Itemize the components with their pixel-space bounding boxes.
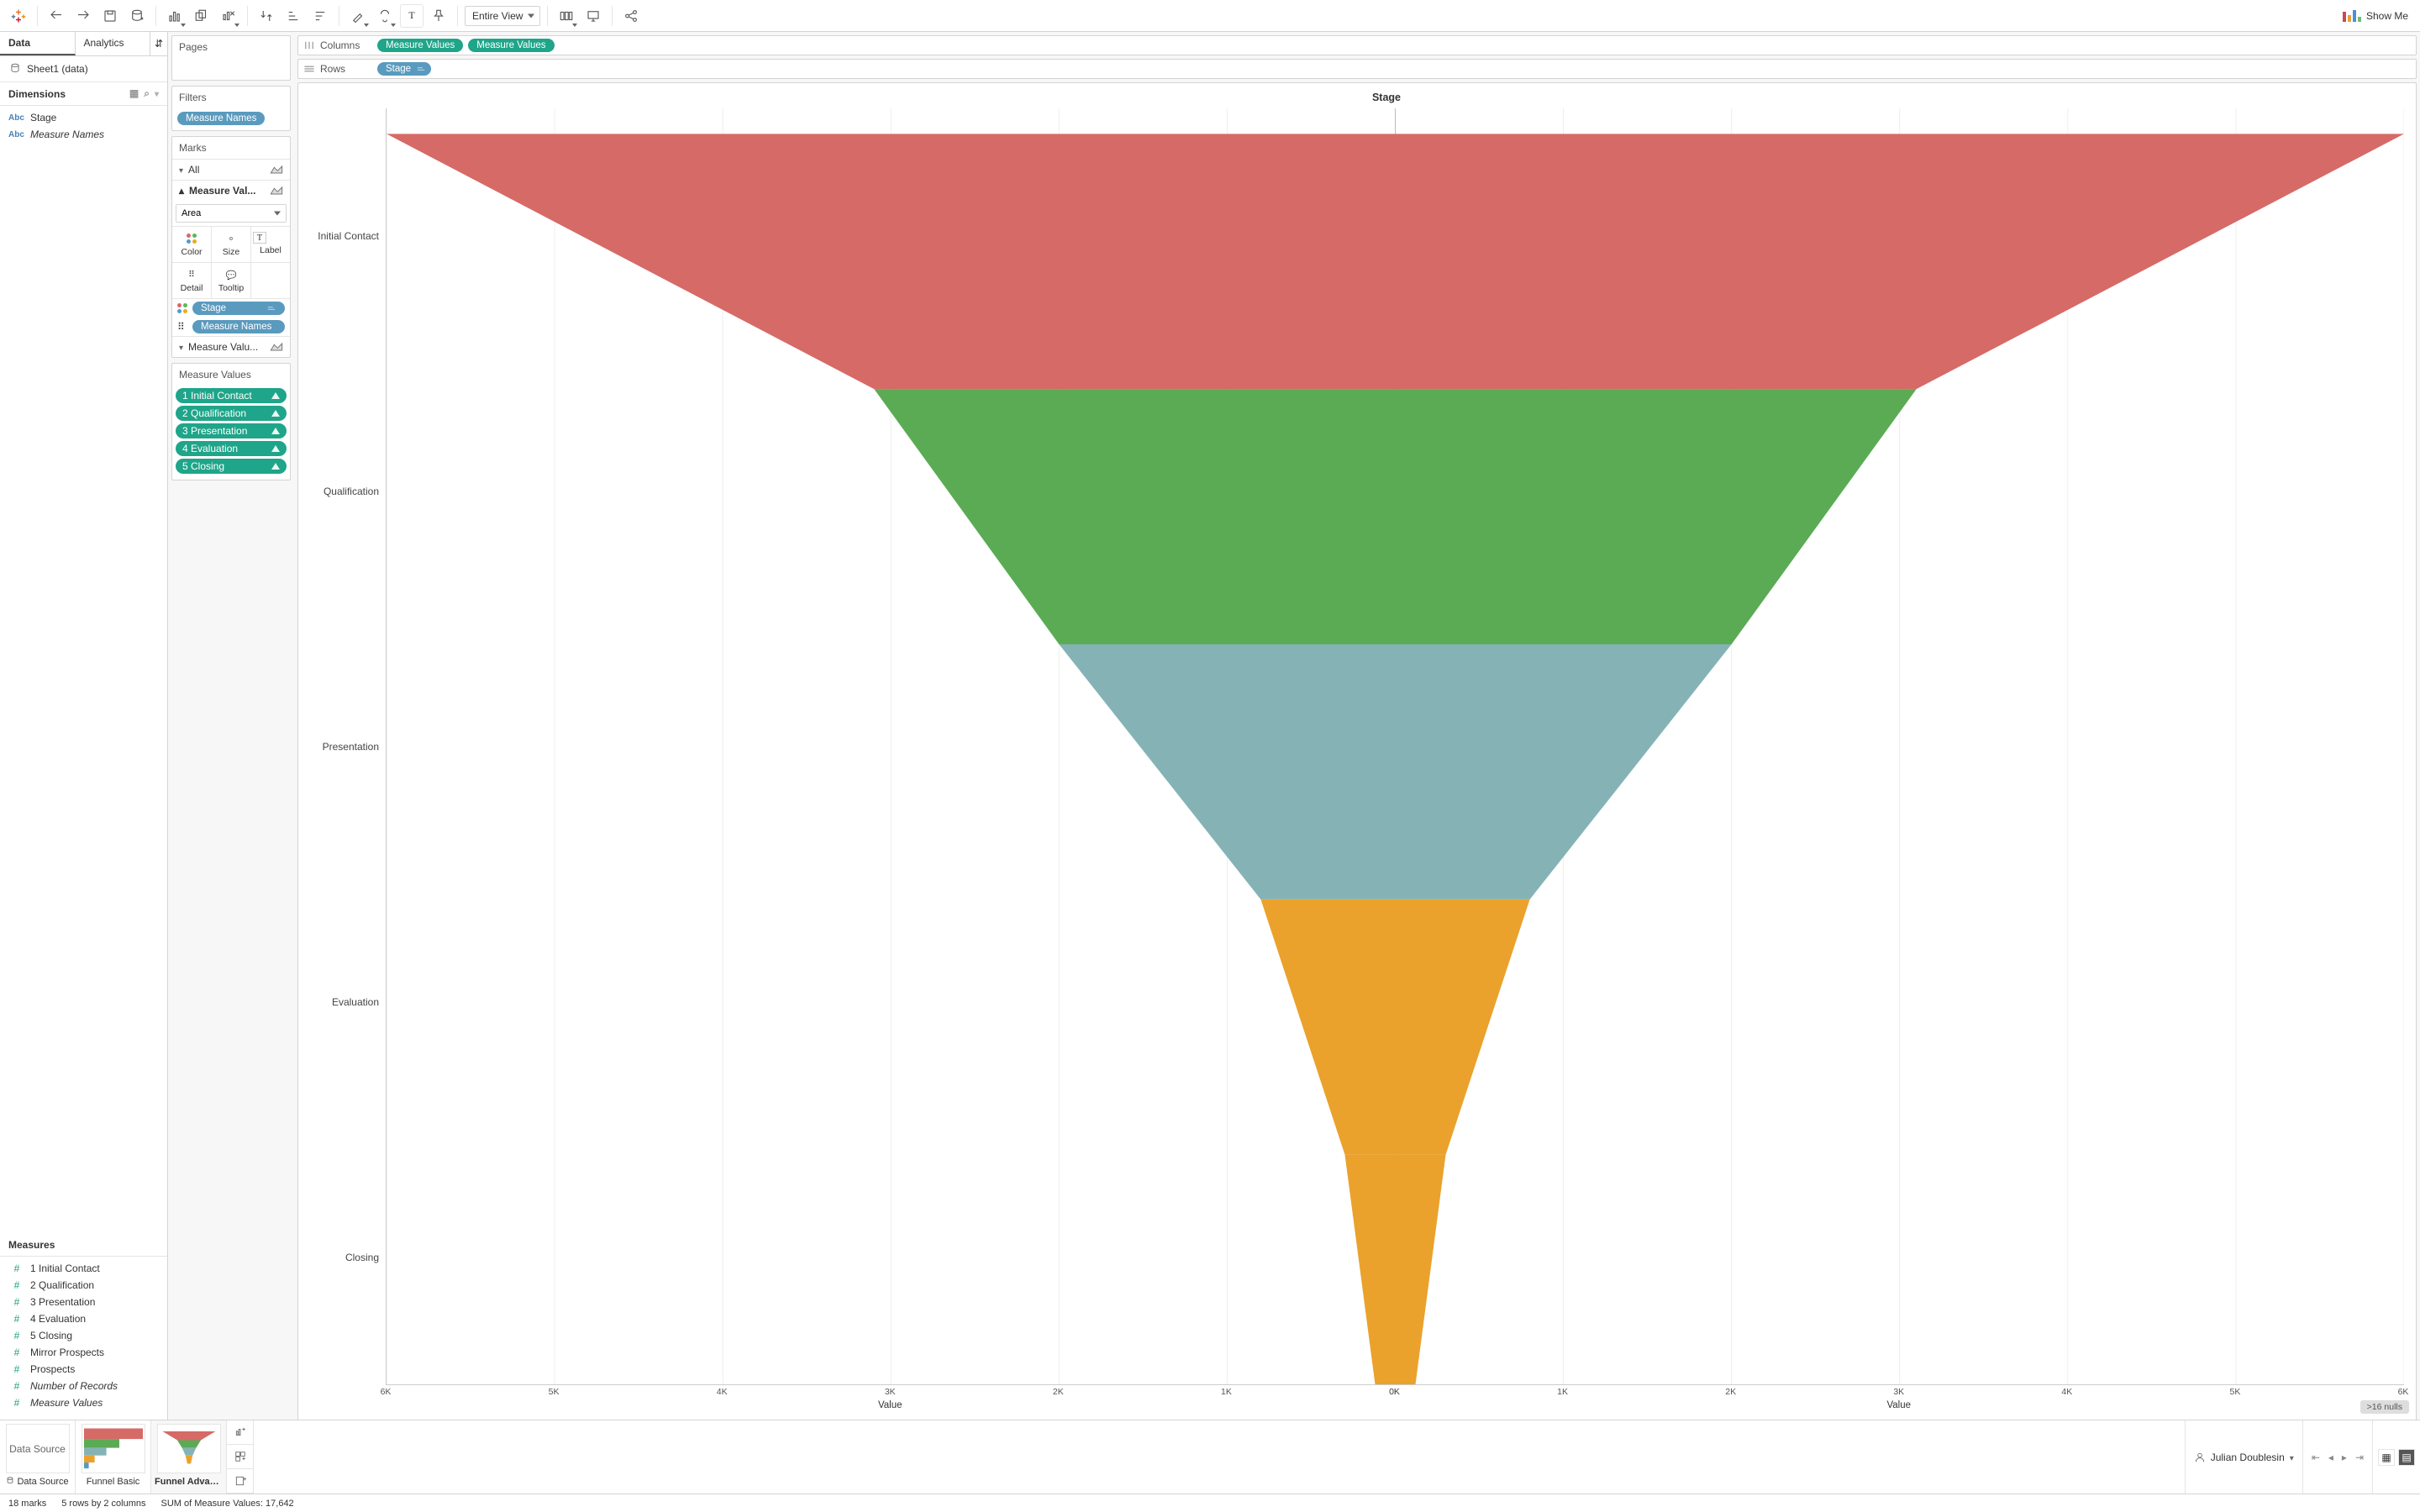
mv-pill[interactable]: 5 Closing [176,459,287,474]
duplicate-sheet-icon[interactable] [190,4,213,28]
measure-field[interactable]: #Measure Values [5,1394,162,1411]
labels-icon[interactable]: T [400,4,424,28]
sort-desc-icon[interactable] [308,4,332,28]
measure-values-shelf: Measure Values 1 Initial Contact 2 Quali… [171,363,291,480]
save-icon[interactable] [98,4,122,28]
filters-shelf[interactable]: Filters Measure Names [171,86,291,131]
highlight-icon[interactable] [346,4,370,28]
new-worksheet-icon[interactable] [163,4,187,28]
measure-field[interactable]: #Mirror Prospects [5,1344,162,1361]
marks-mv2-row[interactable]: Measure Valu... [172,336,290,357]
filter-pill[interactable]: Measure Names [177,112,265,125]
pages-shelf[interactable]: Pages [171,35,291,81]
measure-field[interactable]: #2 Qualification [5,1277,162,1294]
status-rows-cols: 5 rows by 2 columns [61,1499,145,1509]
x-axis: 6K5K4K3K2K1K0K0K1K2K3K4K5K6KValueValue [386,1385,2404,1414]
clear-sheet-icon[interactable] [217,4,240,28]
measure-field[interactable]: #1 Initial Contact [5,1260,162,1277]
tableau-logo-icon[interactable] [7,4,30,28]
marks-mv-row[interactable]: ▴Measure Val... [172,180,290,201]
swap-icon[interactable] [255,4,278,28]
tab-analytics[interactable]: Analytics [76,32,151,55]
marks-tooltip-button[interactable]: 💬Tooltip [212,263,251,298]
sort-asc-icon[interactable] [281,4,305,28]
nav-first-icon[interactable]: ⇤ [2308,1450,2323,1465]
view-as-list-icon[interactable]: ▦ [129,87,139,100]
show-cards-icon[interactable] [555,4,578,28]
marks-size-button[interactable]: Size [212,227,251,262]
sheet-tab-funnel-advanced[interactable]: Funnel Advan... [151,1420,227,1494]
dimensions-header: Dimensions ▦ ⌕ [0,82,167,106]
measure-field[interactable]: #Prospects [5,1361,162,1378]
viz-area: Columns Measure Values Measure Values Ro… [294,32,2420,1420]
status-bar: 18 marks 5 rows by 2 columns SUM of Meas… [0,1494,2420,1512]
marks-all-row[interactable]: All [172,159,290,180]
measures-list: #1 Initial Contact #2 Qualification #3 P… [0,1257,167,1420]
pin-icon[interactable] [427,4,450,28]
row-pill[interactable]: Stage [377,62,431,76]
marks-color-button[interactable]: Color [172,227,212,262]
sheet-tab-funnel-basic[interactable]: Funnel Basic [76,1420,151,1494]
search-field-icon[interactable]: ⌕ [144,87,150,100]
show-me-button[interactable]: Show Me [2338,7,2413,25]
nav-prev-icon[interactable]: ◂ [2325,1450,2337,1465]
presentation-icon[interactable] [581,4,605,28]
sheet-tab-datasource[interactable]: Data Source Data Source [0,1420,76,1494]
new-datasource-icon[interactable] [125,4,149,28]
tab-view-icon[interactable]: ▤ [2398,1449,2415,1466]
dimensions-menu-icon[interactable] [155,87,159,100]
new-worksheet-button[interactable] [227,1420,253,1445]
measure-field[interactable]: #5 Closing [5,1327,162,1344]
rows-shelf[interactable]: Rows Stage [297,59,2417,79]
marks-card: Marks All ▴Measure Val... Area Color Siz… [171,136,291,358]
user-menu[interactable]: Julian Doublesin [2185,1420,2302,1494]
column-pill[interactable]: Measure Values [468,39,554,52]
tab-data[interactable]: Data [0,32,76,55]
dimension-field[interactable]: AbcStage [5,109,162,126]
sheet-nav: ⇤ ◂ ▸ ⇥ [2302,1420,2372,1494]
measures-header: Measures [0,1234,167,1257]
marks-detail-button[interactable]: ⠿Detail [172,263,212,298]
status-sum: SUM of Measure Values: 17,642 [161,1499,294,1509]
measure-field[interactable]: #Number of Records [5,1378,162,1394]
chart-title: Stage [369,92,2404,108]
nav-next-icon[interactable]: ▸ [2338,1450,2350,1465]
nav-last-icon[interactable]: ⇥ [2352,1450,2367,1465]
mv-pill[interactable]: 2 Qualification [176,406,287,421]
new-dashboard-button[interactable] [227,1445,253,1469]
redo-icon[interactable] [71,4,95,28]
datasource-row[interactable]: Sheet1 (data) [0,56,167,82]
mv-pill[interactable]: 1 Initial Contact [176,388,287,403]
y-axis-labels: Initial Contact Qualification Presentati… [310,108,386,1385]
undo-icon[interactable] [45,4,68,28]
filmstrip-view-icon[interactable]: ▦ [2378,1449,2395,1466]
measure-field[interactable]: #4 Evaluation [5,1310,162,1327]
group-icon[interactable] [373,4,397,28]
new-story-button[interactable] [227,1469,253,1494]
data-pane: Data Analytics ⇵ Sheet1 (data) Dimension… [0,32,168,1420]
toolbar: T Entire View Show Me [0,0,2420,32]
measure-field[interactable]: #3 Presentation [5,1294,162,1310]
dimension-field[interactable]: AbcMeasure Names [5,126,162,143]
mark-assign-measurenames[interactable]: ⠿ Measure Names [172,318,290,336]
shelf-column: Pages Filters Measure Names Marks All ▴M… [168,32,294,1420]
marks-type-select[interactable]: Area [176,204,287,223]
sheet-tabs-bar: Data Source Data Source Funnel Basic Fun… [0,1420,2420,1494]
fit-selector[interactable]: Entire View [465,6,540,26]
columns-shelf[interactable]: Columns Measure Values Measure Values [297,35,2417,55]
status-marks: 18 marks [8,1499,46,1509]
marks-label-button[interactable]: TLabel [251,227,290,262]
share-icon[interactable] [619,4,643,28]
mark-assign-stage[interactable]: Stage [172,299,290,318]
dimensions-list: AbcStage AbcMeasure Names [0,106,167,146]
swap-pane-icon[interactable]: ⇵ [150,32,167,55]
mv-pill[interactable]: 3 Presentation [176,423,287,438]
view-mode-buttons: ▦ ▤ [2372,1420,2420,1494]
plot-area[interactable] [386,108,2404,1385]
null-indicator[interactable]: >16 nulls [2360,1400,2409,1414]
chart-canvas: Stage Initial Contact Qualification Pres… [297,82,2417,1420]
column-pill[interactable]: Measure Values [377,39,463,52]
mv-pill[interactable]: 4 Evaluation [176,441,287,456]
